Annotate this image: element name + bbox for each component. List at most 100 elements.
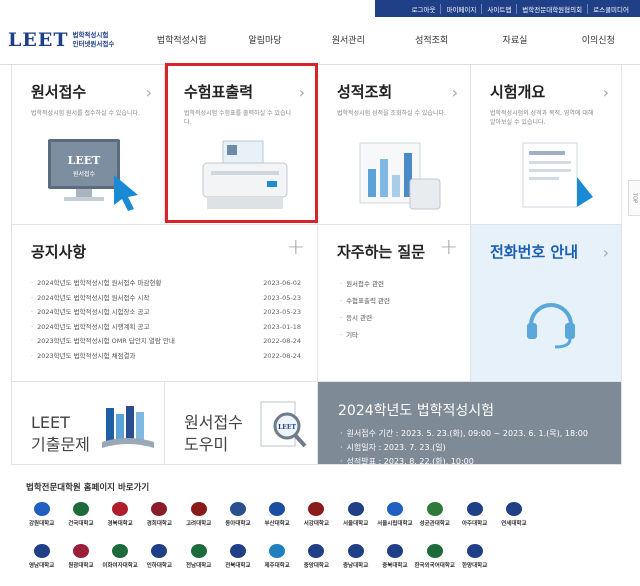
- council-link[interactable]: 법학전문대학원협의회: [516, 3, 587, 14]
- school-logo-icon: [545, 502, 562, 516]
- school-link[interactable]: 원광대학교: [61, 544, 100, 580]
- helper-banner[interactable]: 원서접수 도우미 LEET: [165, 382, 318, 465]
- logo-sub2: 인터넷원서접수: [72, 40, 115, 48]
- school-link[interactable]: 전북대학교: [218, 544, 257, 580]
- tile-score[interactable]: 성적조회 › 법학적성시험 성적을 조회하실 수 있습니다.: [318, 65, 471, 225]
- document-icon: [522, 142, 593, 208]
- helper-line1: 원서접수: [184, 413, 243, 432]
- school-name: 전북대학교: [225, 563, 251, 569]
- past-exams-banner[interactable]: LEET 기출문제: [12, 382, 165, 465]
- notice-item-title: 2024학년도 법학적성시험 시행계획 공고: [31, 320, 149, 335]
- school-logo-icon: [584, 544, 601, 558]
- logo-sub: 법학적성시험 인터넷원서접수: [72, 31, 114, 49]
- school-logo-icon: [426, 502, 443, 516]
- school-link[interactable]: 아주대학교: [455, 502, 494, 538]
- school-logo-icon: [505, 502, 522, 516]
- school-link[interactable]: 강원대학교: [22, 502, 61, 538]
- plus-icon[interactable]: +: [440, 235, 458, 260]
- tile-apply[interactable]: 원서접수 › 법학적성시험 원서를 접수하실 수 있습니다. LEET 원서접수: [12, 65, 165, 225]
- list-item[interactable]: 2024학년도 법학적성시험 시험장소 공고 2023-05-23: [31, 305, 301, 320]
- exam-apply-period: 원서접수 기간 : 2023. 5. 23.(화), 09:00 ~ 2023.…: [340, 427, 588, 441]
- nav-objection[interactable]: 이의신청: [557, 33, 640, 46]
- school-logo-icon: [33, 502, 50, 516]
- school-logo-icon: [347, 544, 364, 558]
- nav-score[interactable]: 성적조회: [390, 33, 473, 46]
- nav-application[interactable]: 원서관리: [307, 33, 390, 46]
- notice-item-title: 2023학년도 법학적성시험 OMR 답안지 열람 안내: [31, 334, 175, 349]
- school-name: 강원대학교: [28, 521, 55, 527]
- school-logo-icon: [386, 544, 403, 558]
- school-link[interactable]: 영남대학교: [22, 544, 61, 580]
- school-link[interactable]: 중앙대학교: [297, 544, 336, 580]
- school-link: [573, 502, 612, 538]
- school-link[interactable]: 서울시립대학교: [375, 502, 414, 538]
- school-link[interactable]: 서울대학교: [336, 502, 375, 538]
- school-link: [533, 502, 572, 538]
- notice-item-title: 2024학년도 법학적성시험 원서접수 마감현황: [31, 276, 161, 291]
- notice-item-title: 2023학년도 법학적성시험 채점결과: [31, 349, 135, 364]
- tile-score-title: 성적조회: [337, 83, 393, 101]
- notice-item-date: 2023-06-02: [263, 279, 301, 287]
- list-item[interactable]: 기타: [340, 327, 390, 344]
- school-name: 원광대학교: [68, 563, 94, 569]
- list-item[interactable]: 수험표출력 관련: [340, 293, 390, 310]
- school-link[interactable]: 충남대학교: [336, 544, 375, 580]
- school-link[interactable]: 전남대학교: [179, 544, 218, 580]
- list-item[interactable]: 2023학년도 법학적성시험 채점결과 2022-08-24: [31, 349, 301, 364]
- school-link[interactable]: 경북대학교: [101, 502, 140, 538]
- exam-title: 2024학년도 법학적성시험: [338, 403, 494, 419]
- list-item[interactable]: 응시 관련: [340, 310, 390, 327]
- school-link[interactable]: 한국외국어대학교: [415, 544, 455, 580]
- notice-item-date: 2022-08-24: [263, 351, 301, 360]
- mypage-link[interactable]: 마이페이지: [440, 3, 481, 14]
- past-exams-line1: LEET: [31, 413, 70, 432]
- school-link[interactable]: 부산대학교: [258, 502, 297, 538]
- school-link[interactable]: 고려대학교: [179, 502, 218, 538]
- school-logo-icon: [386, 502, 403, 516]
- phone-panel[interactable]: 전화번호 안내 ›: [471, 225, 622, 382]
- chevron-right-icon: ›: [602, 83, 609, 102]
- school-link[interactable]: 성균관대학교: [415, 502, 455, 538]
- tile-overview[interactable]: 시험개요 › 법학적성시험의 성격과 목적, 영역에 대해 알아보실 수 있습니…: [471, 65, 622, 225]
- list-item[interactable]: 2024학년도 법학적성시험 원서접수 마감현황 2023-06-02: [31, 276, 301, 291]
- nav-leet[interactable]: 법학적성시험: [140, 33, 223, 46]
- chevron-right-icon: ›: [451, 83, 458, 102]
- sitemap-link[interactable]: 사이트맵: [481, 3, 516, 14]
- school-link[interactable]: 이화여자대학교: [101, 544, 140, 580]
- logout-link[interactable]: 로그아웃: [407, 4, 441, 14]
- school-link[interactable]: 인하대학교: [140, 544, 179, 580]
- school-link[interactable]: 건국대학교: [61, 502, 100, 538]
- school-name: 한국외국어대학교: [414, 563, 455, 569]
- nav-resources[interactable]: 자료실: [473, 33, 556, 46]
- list-item[interactable]: 2023학년도 법학적성시험 OMR 답안지 열람 안내 2022-08-24: [31, 334, 301, 349]
- media-link[interactable]: 로스쿨미디어: [587, 3, 634, 14]
- school-name: 이화여자대학교: [102, 563, 138, 569]
- list-item[interactable]: 2024학년도 법학적성시험 원서접수 시작 2023-05-23: [31, 291, 301, 306]
- school-name: 동아대학교: [225, 521, 251, 527]
- school-logo-icon: [190, 502, 207, 516]
- school-logo-icon: [33, 544, 50, 558]
- school-link[interactable]: 연세대학교: [494, 502, 533, 538]
- school-logo-icon: [466, 502, 483, 516]
- header: LEET 법학적성시험 인터넷원서접수 법학적성시험 알림마당 원서관리 성적조…: [0, 17, 640, 65]
- nav-notice[interactable]: 알림마당: [223, 33, 306, 46]
- school-link[interactable]: 동아대학교: [218, 502, 257, 538]
- notice-item-date: 2023-05-23: [263, 308, 301, 316]
- school-name: 한양대학교: [461, 563, 488, 569]
- school-link[interactable]: 한양대학교: [455, 544, 494, 580]
- school-logo-icon: [308, 502, 325, 516]
- school-logo-icon: [505, 544, 522, 558]
- highlight-box: [165, 63, 318, 223]
- school-link[interactable]: 서강대학교: [297, 502, 336, 538]
- school-link[interactable]: 제주대학교: [258, 544, 297, 580]
- logo[interactable]: LEET 법학적성시험 인터넷원서접수: [8, 29, 114, 51]
- notice-title: 공지사항: [31, 243, 87, 261]
- list-item[interactable]: 원서접수 관련: [340, 276, 390, 293]
- exam-list: 원서접수 기간 : 2023. 5. 23.(화), 09:00 ~ 2023.…: [340, 427, 588, 469]
- past-exams-title: LEET 기출문제: [31, 412, 90, 456]
- top-button[interactable]: TOP: [628, 180, 640, 216]
- school-link[interactable]: 경희대학교: [140, 502, 179, 538]
- school-link[interactable]: 충북대학교: [375, 544, 414, 580]
- plus-icon[interactable]: +: [287, 235, 305, 260]
- list-item[interactable]: 2024학년도 법학적성시험 시행계획 공고 2023-01-18: [31, 320, 301, 335]
